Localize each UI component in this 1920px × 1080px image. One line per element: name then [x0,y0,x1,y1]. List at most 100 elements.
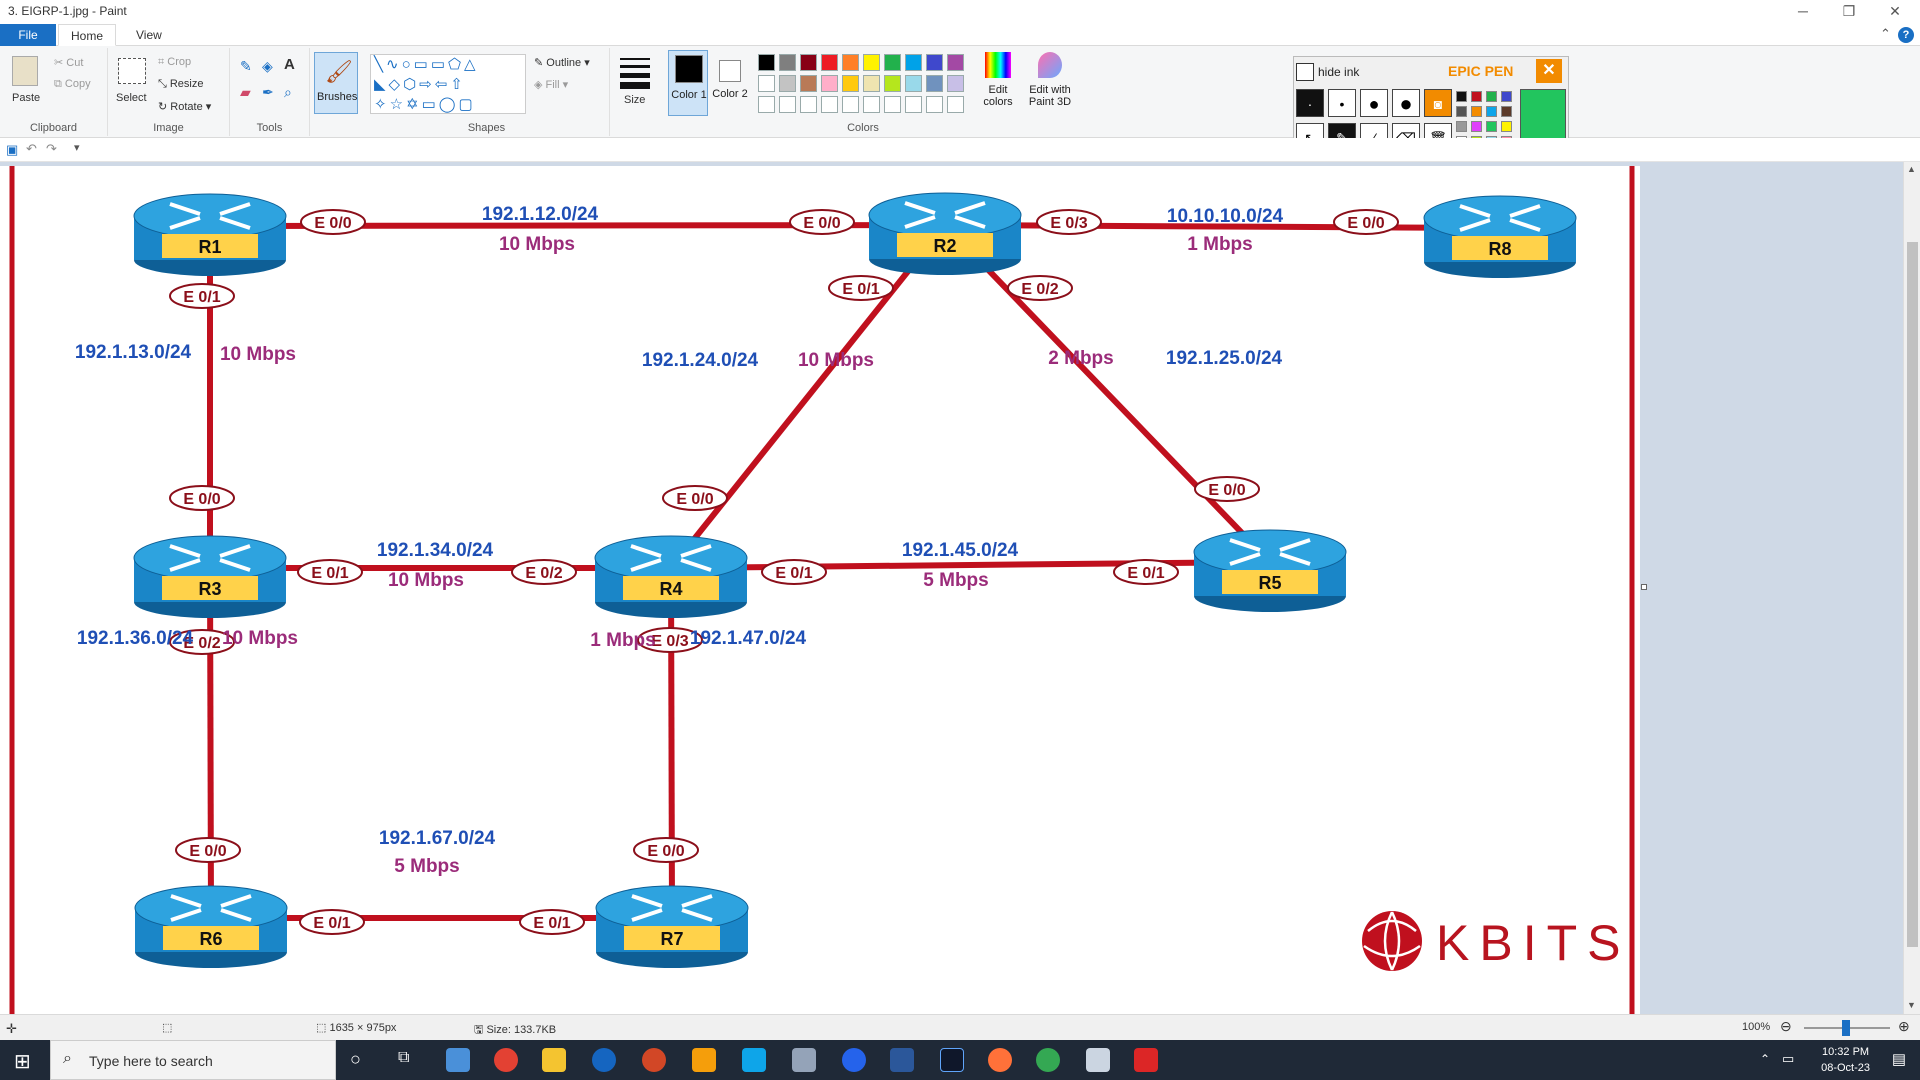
webex-icon[interactable] [940,1048,964,1072]
rotate-button[interactable]: ↻ Rotate ▾ [158,100,211,113]
resize-button[interactable]: ⤡ Resize [158,78,203,91]
custom-color-slot[interactable] [884,96,901,113]
color2-button[interactable]: Color 2 [710,50,750,116]
palette-swatch[interactable] [800,75,817,92]
palette-swatch[interactable] [821,54,838,71]
app-window-icon[interactable] [742,1048,766,1072]
paste-button[interactable]: Paste [12,92,40,104]
task-view-icon[interactable]: ⧉ [398,1049,409,1067]
palette-swatch[interactable] [800,54,817,71]
windows-start-icon[interactable]: ⊞ [14,1049,31,1074]
epic-color-swatch[interactable] [1456,121,1467,132]
app-info-icon[interactable] [592,1048,616,1072]
camera-icon[interactable]: ◙ [1424,89,1452,117]
custom-color-slot[interactable] [779,96,796,113]
collapse-ribbon-icon[interactable]: ⌃ [1880,26,1891,42]
zoom-in-icon[interactable]: ⊕ [1898,1018,1910,1035]
sticky-notes-icon[interactable] [692,1048,716,1072]
zoom-slider-thumb[interactable] [1842,1020,1850,1036]
hide-ink-checkbox[interactable] [1296,63,1314,81]
edit-colors-button[interactable]: Edit colors [976,50,1020,120]
acrobat-icon[interactable] [1134,1048,1158,1072]
magnifier-icon[interactable]: ⌕ [284,84,292,101]
custom-color-slot[interactable] [821,96,838,113]
epic-color-swatch[interactable] [1471,121,1482,132]
notifications-icon[interactable]: ▤ [1892,1050,1906,1068]
scroll-thumb[interactable] [1907,242,1918,947]
brush-size-1-button[interactable]: · [1296,89,1324,117]
palette-swatch[interactable] [926,54,943,71]
paste-icon[interactable] [12,56,38,86]
paint3d-button[interactable]: Edit with Paint 3D [1022,50,1078,120]
palette-swatch[interactable] [947,75,964,92]
system-clock[interactable]: 10:32 PM 08-Oct-23 [1821,1044,1870,1076]
zoom-out-icon[interactable]: ⊖ [1780,1018,1792,1035]
close-button[interactable]: ✕ [1872,0,1918,24]
fill-icon[interactable]: ◈ [262,58,273,75]
epic-color-swatch[interactable] [1501,91,1512,102]
chrome-alt-icon[interactable] [1036,1048,1060,1072]
text-icon[interactable]: A [284,56,295,73]
fill-button[interactable]: ◈ Fill ▾ [534,78,568,91]
outline-button[interactable]: ✎ Outline ▾ [534,56,590,69]
image-canvas[interactable]: R1 R2 R8 R3 R4 R5 R6 R7 E 0/0 E 0/0 E 0/3 E 0/0 E 0… [0,166,1640,1014]
epic-color-swatch[interactable] [1486,91,1497,102]
file-explorer-icon[interactable] [542,1048,566,1072]
palette-swatch[interactable] [821,75,838,92]
word-icon[interactable] [890,1048,914,1072]
customize-qat-icon[interactable]: ▾ [74,141,80,154]
palette-swatch[interactable] [863,54,880,71]
brush-size-4-button[interactable]: ● [1392,89,1420,117]
custom-color-slot[interactable] [842,96,859,113]
cut-button[interactable]: ✂ Cut [54,56,83,69]
palette-swatch[interactable] [947,54,964,71]
palette-swatch[interactable] [779,54,796,71]
tab-file[interactable]: File [0,24,56,46]
zoom-app-icon[interactable] [842,1048,866,1072]
epic-color-swatch[interactable] [1456,106,1467,117]
shapes-gallery[interactable]: ╲∿○▭▭⬠△ ◣◇⬡⇨⇦⇧ ✧☆✡▭◯▢ [370,54,526,114]
maximize-button[interactable]: ❐ [1826,0,1872,24]
palette-swatch[interactable] [905,75,922,92]
palette-swatch[interactable] [779,75,796,92]
epic-color-swatch[interactable] [1486,121,1497,132]
palette-swatch[interactable] [926,75,943,92]
vertical-scrollbar[interactable]: ▲ ▼ [1903,162,1920,1014]
chrome-icon[interactable] [494,1048,518,1072]
custom-color-slot[interactable] [863,96,880,113]
save-icon[interactable]: ▣ [6,142,18,158]
taskbar-search[interactable]: ⌕ Type here to search [50,1040,336,1080]
custom-color-slot[interactable] [758,96,775,113]
epic-pen-close-button[interactable]: ✕ [1536,59,1562,83]
custom-color-slot[interactable] [947,96,964,113]
custom-color-slot[interactable] [905,96,922,113]
color1-button[interactable]: Color 1 [668,50,708,116]
epic-color-swatch[interactable] [1486,106,1497,117]
select-icon[interactable] [118,58,146,84]
palette-swatch[interactable] [863,75,880,92]
color-picker-icon[interactable]: ✒ [262,84,274,101]
palette-swatch[interactable] [884,54,901,71]
palette-swatch[interactable] [758,54,775,71]
epic-color-swatch[interactable] [1471,91,1482,102]
custom-color-slot[interactable] [800,96,817,113]
app-remote-icon[interactable] [792,1048,816,1072]
app-paint-icon[interactable] [446,1048,470,1072]
epic-color-swatch[interactable] [1471,106,1482,117]
epic-color-swatch[interactable] [1456,91,1467,102]
palette-swatch[interactable] [842,54,859,71]
pencil-icon[interactable]: ✎ [240,58,252,75]
battery-icon[interactable]: ▭ [1782,1051,1794,1067]
canvas-resize-handle[interactable] [1641,584,1647,590]
select-button[interactable]: Select [116,92,147,104]
scroll-up-icon[interactable]: ▲ [1907,164,1916,174]
eraser-icon[interactable]: ▰ [240,84,251,101]
firefox-icon[interactable] [988,1048,1012,1072]
powerpoint-icon[interactable] [642,1048,666,1072]
brush-size-2-button[interactable]: • [1328,89,1356,117]
crop-button[interactable]: ⌗ Crop [158,56,191,69]
tab-home[interactable]: Home [58,24,117,46]
undo-icon[interactable]: ↶ [26,141,37,157]
size-button[interactable]: Size [624,94,645,106]
epic-color-swatch[interactable] [1501,106,1512,117]
